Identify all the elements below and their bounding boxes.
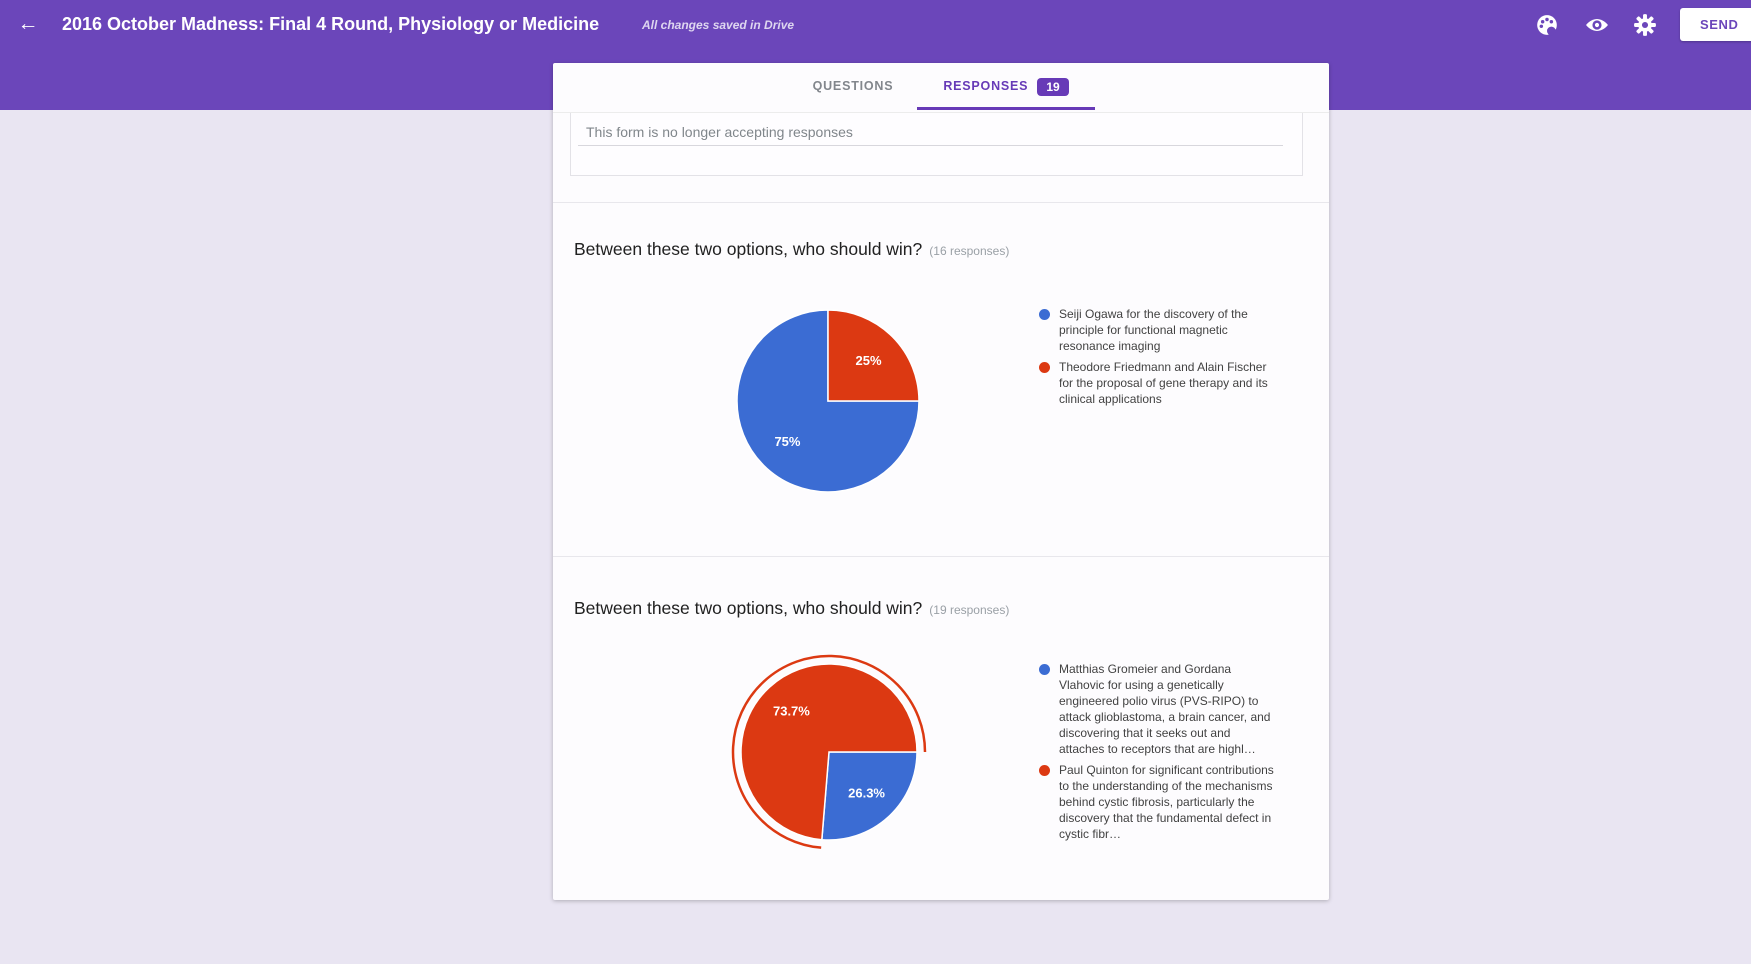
- pie-slice-percent-label: 25%: [856, 353, 882, 368]
- drive-save-status: All changes saved in Drive: [642, 0, 794, 50]
- responses-count-badge: 19: [1037, 78, 1068, 96]
- question-2-responses-note: (19 responses): [929, 603, 1009, 617]
- pie-slice-percent-label: 75%: [774, 434, 800, 449]
- legend-item-label: Seiji Ogawa for the discovery of the pri…: [1059, 306, 1279, 354]
- legend-color-dot: [1039, 765, 1050, 776]
- section-divider: [553, 202, 1329, 203]
- palette-icon-svg: [1535, 13, 1559, 37]
- tab-questions[interactable]: QUESTIONS: [783, 63, 923, 110]
- google-forms-responses-page: ← 2016 October Madness: Final 4 Round, P…: [0, 0, 1751, 964]
- palette-icon[interactable]: [1535, 13, 1559, 37]
- back-arrow-icon[interactable]: ←: [14, 10, 42, 38]
- legend-item-label: Theodore Friedmann and Alain Fischer for…: [1059, 359, 1279, 407]
- question-1-title: Between these two options, who should wi…: [574, 239, 1009, 260]
- legend-color-dot: [1039, 664, 1050, 675]
- tabs-bar: QUESTIONS RESPONSES 19: [553, 63, 1329, 113]
- tab-responses-label: RESPONSES: [943, 63, 1028, 110]
- responses-card: QUESTIONS RESPONSES 19 This form is no l…: [553, 63, 1329, 900]
- closed-message-underline: [578, 145, 1283, 146]
- pie-slice-percent-label: 26.3%: [848, 785, 885, 800]
- legend-item-label: Matthias Gromeier and Gordana Vlahovic f…: [1059, 661, 1279, 757]
- question-2-title-text: Between these two options, who should wi…: [574, 598, 922, 618]
- settings-gear-icon[interactable]: [1633, 13, 1657, 37]
- question-1-title-text: Between these two options, who should wi…: [574, 239, 922, 259]
- legend-question-1: Seiji Ogawa for the discovery of the pri…: [1039, 306, 1284, 412]
- pie-chart-question-2: 26.3% 73.7%: [729, 652, 929, 852]
- legend-color-dot: [1039, 362, 1050, 373]
- legend-color-dot: [1039, 309, 1050, 320]
- legend-item-label: Paul Quinton for significant contributio…: [1059, 762, 1279, 842]
- pie-chart-question-1: 75% 25%: [728, 301, 928, 501]
- question-1-responses-note: (16 responses): [929, 244, 1009, 258]
- closed-message-field[interactable]: This form is no longer accepting respons…: [586, 124, 853, 140]
- tab-responses[interactable]: RESPONSES 19: [917, 63, 1095, 110]
- legend-item: Matthias Gromeier and Gordana Vlahovic f…: [1039, 661, 1284, 757]
- app-topbar: ← 2016 October Madness: Final 4 Round, P…: [0, 0, 1751, 48]
- pie-slice-percent-label: 73.7%: [773, 704, 810, 719]
- active-tab-underline: [917, 107, 1095, 110]
- legend-item: Seiji Ogawa for the discovery of the pri…: [1039, 306, 1284, 354]
- eye-icon-svg: [1585, 13, 1609, 37]
- send-button[interactable]: SEND: [1680, 8, 1751, 41]
- question-2-title: Between these two options, who should wi…: [574, 598, 1009, 619]
- legend-item: Theodore Friedmann and Alain Fischer for…: [1039, 359, 1284, 407]
- legend-item: Paul Quinton for significant contributio…: [1039, 762, 1284, 842]
- form-title[interactable]: 2016 October Madness: Final 4 Round, Phy…: [62, 0, 599, 48]
- legend-question-2: Matthias Gromeier and Gordana Vlahovic f…: [1039, 661, 1284, 847]
- accepting-responses-card: This form is no longer accepting respons…: [570, 113, 1303, 176]
- section-divider: [553, 556, 1329, 557]
- gear-icon-svg: [1633, 13, 1657, 37]
- preview-eye-icon[interactable]: [1585, 13, 1609, 37]
